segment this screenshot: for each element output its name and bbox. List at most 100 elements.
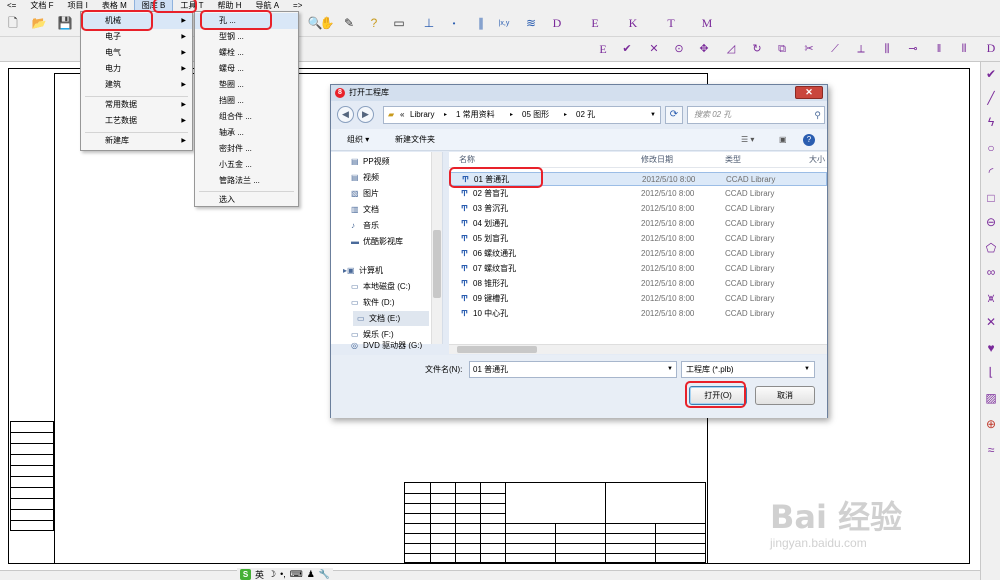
menu-tools[interactable]: 工具 T xyxy=(173,0,210,11)
scale-icon[interactable]: ◿ xyxy=(722,41,740,58)
file-row[interactable]: Ͳ 06 螺纹通孔 2012/5/10 8:00 CCAD Library xyxy=(449,247,827,261)
submenu-item-retaining-ring[interactable]: 挡圈 ... xyxy=(195,93,298,109)
address-bar[interactable]: ▰ « Library ▸ 1 常用资料 ▸ 05 图形 ▸ 02 孔 ▼ xyxy=(383,106,661,124)
toolbar-k-icon[interactable]: K xyxy=(624,15,642,32)
nav-item-dvd[interactable]: ◎ DVD 驱动器 (G:) xyxy=(351,341,422,349)
polyline-icon[interactable]: ϟ xyxy=(983,114,999,130)
ime-toolbar[interactable]: S 英 ☽ •, ⌨ ♟ 🔧 xyxy=(237,568,334,580)
move-icon[interactable]: ✥ xyxy=(695,41,713,58)
column-name[interactable]: 名称 xyxy=(459,152,475,168)
wrench-icon[interactable]: 🔧 xyxy=(319,569,330,580)
submenu-item-nut[interactable]: 螺母 ... xyxy=(195,61,298,77)
search-input[interactable]: 搜索 02 孔 ⚲ xyxy=(687,106,825,124)
ime-language-label[interactable]: 英 xyxy=(255,568,264,580)
breadcrumb-holes[interactable]: 02 孔 xyxy=(576,107,595,123)
file-row[interactable]: Ͳ 08 锥形孔 2012/5/10 8:00 CCAD Library xyxy=(449,277,827,291)
menu-item-process-data[interactable]: 工艺数据 ▶ xyxy=(81,113,192,129)
breadcrumb-common[interactable]: 1 常用资料 xyxy=(456,107,495,123)
file-row[interactable]: Ͳ 02 普盲孔 2012/5/10 8:00 CCAD Library xyxy=(449,187,827,201)
save-icon[interactable]: 💾 xyxy=(56,15,74,32)
view-options-icon[interactable]: ☰ ▾ xyxy=(741,132,754,148)
scroll-thumb[interactable] xyxy=(433,230,441,298)
menu-item-new-library[interactable]: 新建库 ▶ xyxy=(81,133,192,149)
copy-icon[interactable]: ⊙ xyxy=(670,41,688,58)
forward-icon[interactable]: ▶ xyxy=(357,106,374,123)
break-icon[interactable]: ⊸ xyxy=(904,41,922,58)
dialog-title-bar[interactable]: 8 打开工程库 ✕ xyxy=(331,85,827,101)
join-icon[interactable]: ‖ xyxy=(930,41,948,58)
menu-forward[interactable]: => xyxy=(286,0,309,11)
nav-item-drive-f[interactable]: ▭ 娱乐 (F:) xyxy=(351,327,394,342)
open-folder-icon[interactable]: 📂 xyxy=(30,15,48,32)
center-mark-icon[interactable]: ⊕ xyxy=(983,416,999,432)
nav-item-pp-video[interactable]: ▤ PP视频 xyxy=(351,154,390,169)
point-icon[interactable]: • xyxy=(445,15,463,32)
back-icon[interactable]: ◀ xyxy=(337,106,354,123)
new-file-icon[interactable]: 🗋 xyxy=(4,15,22,32)
breadcrumb-graphics[interactable]: 05 图形 xyxy=(522,107,549,123)
text-box-icon[interactable]: ▭ xyxy=(390,15,408,32)
perpendicular-icon[interactable]: ⊥ xyxy=(420,15,438,32)
check-pen-icon[interactable]: ✔ xyxy=(618,41,636,58)
nav-item-drive-e[interactable]: ▭ 文档 (E:) xyxy=(353,311,429,326)
xy-coordinate-icon[interactable]: |x,y xyxy=(495,15,513,32)
menu-project[interactable]: 项目 I xyxy=(60,0,94,11)
file-row[interactable]: Ͳ 09 键槽孔 2012/5/10 8:00 CCAD Library xyxy=(449,292,827,306)
submenu-item-bolt[interactable]: 螺栓 ... xyxy=(195,45,298,61)
toolbar-t-icon[interactable]: T xyxy=(662,15,680,32)
toolbar-m-icon[interactable]: M xyxy=(698,15,716,32)
pen-icon[interactable]: ✎ xyxy=(340,15,358,32)
fillet-icon[interactable]: ♥ xyxy=(983,340,999,356)
wave-icon[interactable]: ≈ xyxy=(983,442,999,458)
toolbar2-e-icon[interactable]: E xyxy=(594,41,612,58)
mirror-icon[interactable]: ⧉ xyxy=(773,41,791,58)
help-icon[interactable]: ? xyxy=(803,134,815,146)
submenu-item-assembly[interactable]: 组合件 ... xyxy=(195,109,298,125)
filetype-select[interactable]: 工程库 (*.plb) ▼ xyxy=(681,361,815,378)
offset-icon[interactable]: ⦀ xyxy=(955,41,973,58)
menu-table[interactable]: 表格 M xyxy=(95,0,134,11)
punctuation-icon[interactable]: •, xyxy=(280,569,286,579)
file-row[interactable]: Ͳ 01 普通孔 2012/5/10 8:00 CCAD Library xyxy=(449,172,827,186)
menu-document[interactable]: 文档 F xyxy=(23,0,60,11)
chamfer-icon[interactable]: ⌊ xyxy=(983,364,999,380)
refresh-icon[interactable]: ⟳ xyxy=(665,106,683,124)
submenu-item-section-steel[interactable]: 型钢 ... xyxy=(195,29,298,45)
nav-item-music[interactable]: ♪ 音乐 xyxy=(351,218,379,233)
chevron-right-icon[interactable]: ▸ xyxy=(444,107,447,123)
open-button[interactable]: 打开(O) xyxy=(689,386,747,405)
parallel-icon[interactable]: ∥ xyxy=(472,15,490,32)
menu-item-common-data[interactable]: 常用数据 ▶ xyxy=(81,97,192,113)
column-size[interactable]: 大小 xyxy=(809,152,825,168)
nav-item-youku[interactable]: ▬ 优酷影视库 xyxy=(351,234,403,249)
column-type[interactable]: 类型 xyxy=(725,152,741,168)
file-row[interactable]: Ͳ 07 螺纹盲孔 2012/5/10 8:00 CCAD Library xyxy=(449,262,827,276)
menu-item-architecture[interactable]: 建筑 ▶ xyxy=(81,77,192,93)
menu-item-power[interactable]: 电力 ▶ xyxy=(81,61,192,77)
menu-navigate[interactable]: 导航 A xyxy=(248,0,286,11)
nav-item-drive-d[interactable]: ▭ 软件 (D:) xyxy=(351,295,395,310)
extend-icon[interactable]: ⟂ xyxy=(852,41,870,58)
polygon-icon[interactable]: ⬠ xyxy=(983,240,999,256)
array-icon[interactable]: ⫼ xyxy=(878,41,896,58)
cut-icon[interactable]: ✂ xyxy=(800,41,818,58)
close-icon[interactable]: ✕ xyxy=(795,86,823,99)
file-row[interactable]: Ͳ 05 划盲孔 2012/5/10 8:00 CCAD Library xyxy=(449,232,827,246)
chevron-down-icon[interactable]: ▼ xyxy=(650,107,656,123)
nav-item-video[interactable]: ▤ 视频 xyxy=(351,170,379,185)
trim-icon[interactable]: ⟋ xyxy=(826,41,844,58)
ellipse-icon[interactable]: ⊖ xyxy=(983,214,999,230)
nav-item-pictures[interactable]: ▧ 图片 xyxy=(351,186,379,201)
breadcrumb-library[interactable]: Library xyxy=(410,107,434,123)
breadcrumb-overflow[interactable]: « xyxy=(400,107,404,123)
preview-pane-icon[interactable]: ▣ xyxy=(779,132,787,148)
arc-icon[interactable]: ◜ xyxy=(983,164,999,180)
search-icon[interactable]: ⚲ xyxy=(814,107,821,123)
chevron-down-icon[interactable]: ▼ xyxy=(667,362,673,377)
toolbar-e-icon[interactable]: E xyxy=(586,15,604,32)
curve-icon[interactable]: ⩙ xyxy=(983,290,999,306)
new-folder-button[interactable]: 新建文件夹 xyxy=(395,132,435,148)
chevron-right-icon[interactable]: ▸ xyxy=(564,107,567,123)
nav-item-drive-c[interactable]: ▭ 本地磁盘 (C:) xyxy=(351,279,411,294)
layers-icon[interactable]: ≋ xyxy=(522,15,540,32)
